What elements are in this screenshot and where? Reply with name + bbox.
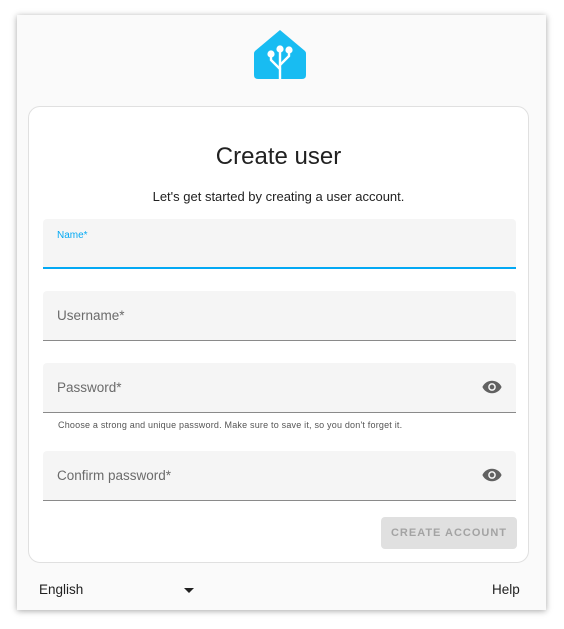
eye-icon[interactable]	[482, 379, 502, 395]
language-select[interactable]: English	[39, 580, 194, 600]
name-field[interactable]: Name*	[43, 219, 516, 269]
username-field[interactable]: Username*	[43, 291, 516, 341]
onboarding-window: Create user Let's get started by creatin…	[17, 15, 546, 610]
password-input[interactable]	[57, 388, 472, 406]
name-input[interactable]	[57, 243, 472, 261]
language-select-value: English	[39, 582, 84, 597]
confirm-password-input[interactable]	[57, 476, 472, 494]
home-assistant-logo-icon	[254, 30, 306, 79]
create-account-button[interactable]: CREATE ACCOUNT	[381, 517, 517, 549]
name-field-label: Name*	[57, 230, 88, 241]
password-field[interactable]: Password*	[43, 363, 516, 413]
password-helper-text: Choose a strong and unique password. Mak…	[58, 420, 403, 430]
username-input[interactable]	[57, 316, 472, 334]
create-user-card: Create user Let's get started by creatin…	[28, 106, 529, 563]
eye-icon[interactable]	[482, 467, 502, 483]
help-link[interactable]: Help	[492, 582, 520, 597]
confirm-password-field[interactable]: Confirm password*	[43, 451, 516, 501]
page-subtitle: Let's get started by creating a user acc…	[152, 189, 405, 204]
caret-down-icon	[184, 588, 194, 593]
page-title: Create user	[215, 143, 342, 170]
